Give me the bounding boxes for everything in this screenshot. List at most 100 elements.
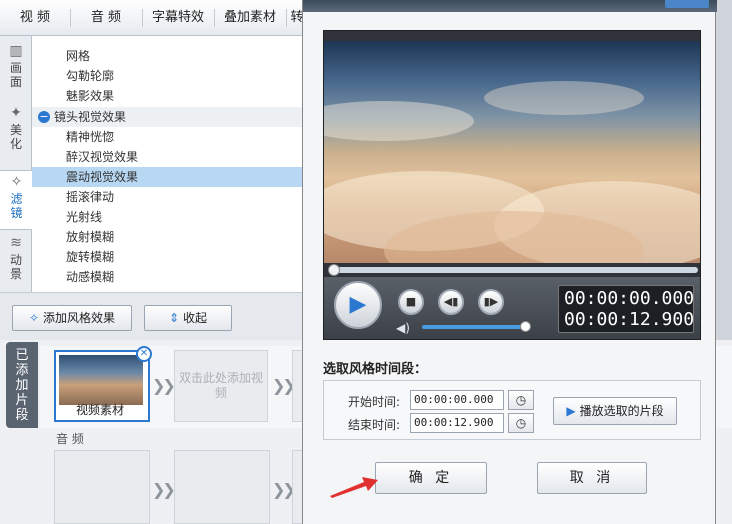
filter-group-header[interactable]: − 镜头视觉效果 [32,107,302,127]
list-item[interactable]: 光射线 [32,207,302,227]
audio-clip-slot[interactable] [54,450,150,524]
clock-icon: ◷ [515,393,527,407]
select-style-period-dialog: ⌄ ▶ ■ ◀▮ ▮▶ ◀) 00:00:00.000 00:00:12.900… [302,0,717,524]
collapse-button[interactable]: ⇕ 收起 [144,305,232,331]
title-bar-button[interactable] [665,0,709,8]
list-item[interactable]: 摇滚律动 [32,187,302,207]
red-arrow-annotation [330,477,378,498]
clip-thumbnail [59,355,143,405]
list-item[interactable]: 勾勒轮廓 [32,66,302,86]
video-player: ⌄ ▶ ■ ◀▮ ▮▶ ◀) 00:00:00.000 00:00:12.900 [323,30,701,340]
set-end-time-button[interactable]: ◷ [508,413,534,433]
tab-video[interactable]: 视 频 [4,0,66,36]
side-tab-label: 美化 [9,123,22,151]
previous-frame-button[interactable]: ◀▮ [438,289,464,315]
volume-icon[interactable]: ◀) [396,321,410,335]
list-item[interactable]: 网格 [32,46,302,66]
list-item[interactable]: 醉汉视觉效果 [32,147,302,167]
chevron-right-icon: ❯❯ [152,480,176,499]
list-item[interactable]: 魅影效果 [32,86,302,106]
volume-handle[interactable] [520,321,531,332]
play-button[interactable]: ▶ [334,281,382,329]
panel-icon: ▥ [9,43,23,59]
step-back-icon: ◀▮ [443,295,459,308]
player-controls: ▶ ■ ◀▮ ▮▶ ◀) 00:00:00.000 00:00:12.900 [324,277,700,339]
filter-list: 网格 勾勒轮廓 魅影效果 − 镜头视觉效果 精神恍惚 醉汉视觉效果 震动视觉效果… [32,36,302,292]
volume-slider[interactable] [422,325,525,329]
magic-wand-icon: ✧ [28,311,40,325]
group-label: 镜头视觉效果 [54,110,127,124]
play-selected-segment-button[interactable]: ▶ 播放选取的片段 [553,397,677,425]
side-tab-motion[interactable]: ≋ 动景 [0,236,32,288]
list-item[interactable]: 放射模糊 [32,227,302,247]
section-title: 选取风格时间段： [323,362,428,377]
side-tab-filter[interactable]: ✧ 滤镜 [0,170,33,230]
time-display: 00:00:00.000 00:00:12.900 [558,285,694,333]
collapse-icon[interactable]: − [38,111,50,123]
tab-subtitle-effects[interactable]: 字幕特效 [146,0,210,36]
button-label: 收起 [183,311,208,325]
right-panel-edge [716,0,732,340]
button-label: 添加风格效果 [43,311,116,325]
chevron-right-icon: ❯❯ [272,480,296,499]
side-tab-picture[interactable]: ▥ 画面 [0,44,32,96]
time-range-box: 开始时间: 00:00:00.000 ◷ 结束时间: 00:00:12.900 … [323,380,701,440]
button-label: 播放选取的片段 [579,404,664,418]
cloud-shape [484,81,644,115]
cloud-shape [324,101,474,141]
side-tab-bar: ▥ 画面 ✦ 美化 ✧ 滤镜 ≋ 动景 [0,36,33,292]
filter-toolbar: ✧ 添加风格效果 ⇕ 收起 [0,292,302,340]
list-item-selected[interactable]: 震动视觉效果 [32,167,302,187]
ok-button[interactable]: 确 定 [375,462,487,494]
end-time-input[interactable]: 00:00:12.900 [410,413,504,433]
menu-separator [214,9,215,27]
tab-label: 已添加片段 [15,348,29,423]
dialog-title-bar [303,0,717,12]
side-tab-label: 动景 [9,253,22,281]
side-tab-label: 画面 [9,61,22,89]
start-time-input[interactable]: 00:00:00.000 [410,390,504,410]
seek-bar[interactable] [328,267,698,273]
added-clips-tab[interactable]: 已添加片段 [6,342,38,428]
audio-track-label: 音 频 [56,432,84,446]
side-tab-beautify[interactable]: ✦ 美化 [0,106,32,158]
tab-audio[interactable]: 音 频 [74,0,138,36]
play-icon: ▶ [566,404,576,418]
video-preview [324,41,700,263]
end-time-label: 结束时间: [348,418,401,432]
list-item[interactable]: 动感模糊 [32,267,302,287]
filter-wand-icon: ✧ [10,174,23,190]
side-tab-label: 滤镜 [10,192,23,220]
seek-handle[interactable] [328,264,340,276]
tab-overlay-material[interactable]: 叠加素材 [218,0,282,36]
list-item[interactable]: 旋转模糊 [32,247,302,267]
cancel-button[interactable]: 取 消 [537,462,647,494]
stop-icon: ■ [405,295,417,308]
wave-icon: ≋ [10,235,22,251]
set-start-time-button[interactable]: ◷ [508,390,534,410]
remove-clip-icon[interactable]: ✕ [136,346,152,362]
empty-clip-slot[interactable]: 双击此处添加视频 [174,350,268,422]
menu-separator [286,9,287,27]
wand-icon: ✦ [10,105,22,121]
source-video-clip[interactable]: 视频素材 [54,350,150,422]
arrow-shape [330,477,378,498]
menu-separator [70,9,71,27]
add-style-effect-button[interactable]: ✧ 添加风格效果 [12,305,132,331]
play-icon: ▶ [349,292,367,317]
next-frame-button[interactable]: ▮▶ [478,289,504,315]
total-time: 00:00:12.900 [564,309,695,330]
step-forward-icon: ▮▶ [483,295,499,308]
menu-separator [142,9,143,27]
clip-label: 视频素材 [75,403,124,417]
chevron-right-icon: ❯❯ [152,376,176,395]
audio-clip-slot[interactable] [174,450,270,524]
current-time: 00:00:00.000 [564,288,695,309]
collapse-arrows-icon: ⇕ [168,311,180,325]
start-time-label: 开始时间: [348,395,401,409]
add-video-hint: 双击此处添加视频 [178,371,263,400]
stop-button[interactable]: ■ [398,289,424,315]
clock-icon: ◷ [515,416,527,430]
chevron-right-icon: ❯❯ [272,376,296,395]
list-item[interactable]: 精神恍惚 [32,127,302,147]
